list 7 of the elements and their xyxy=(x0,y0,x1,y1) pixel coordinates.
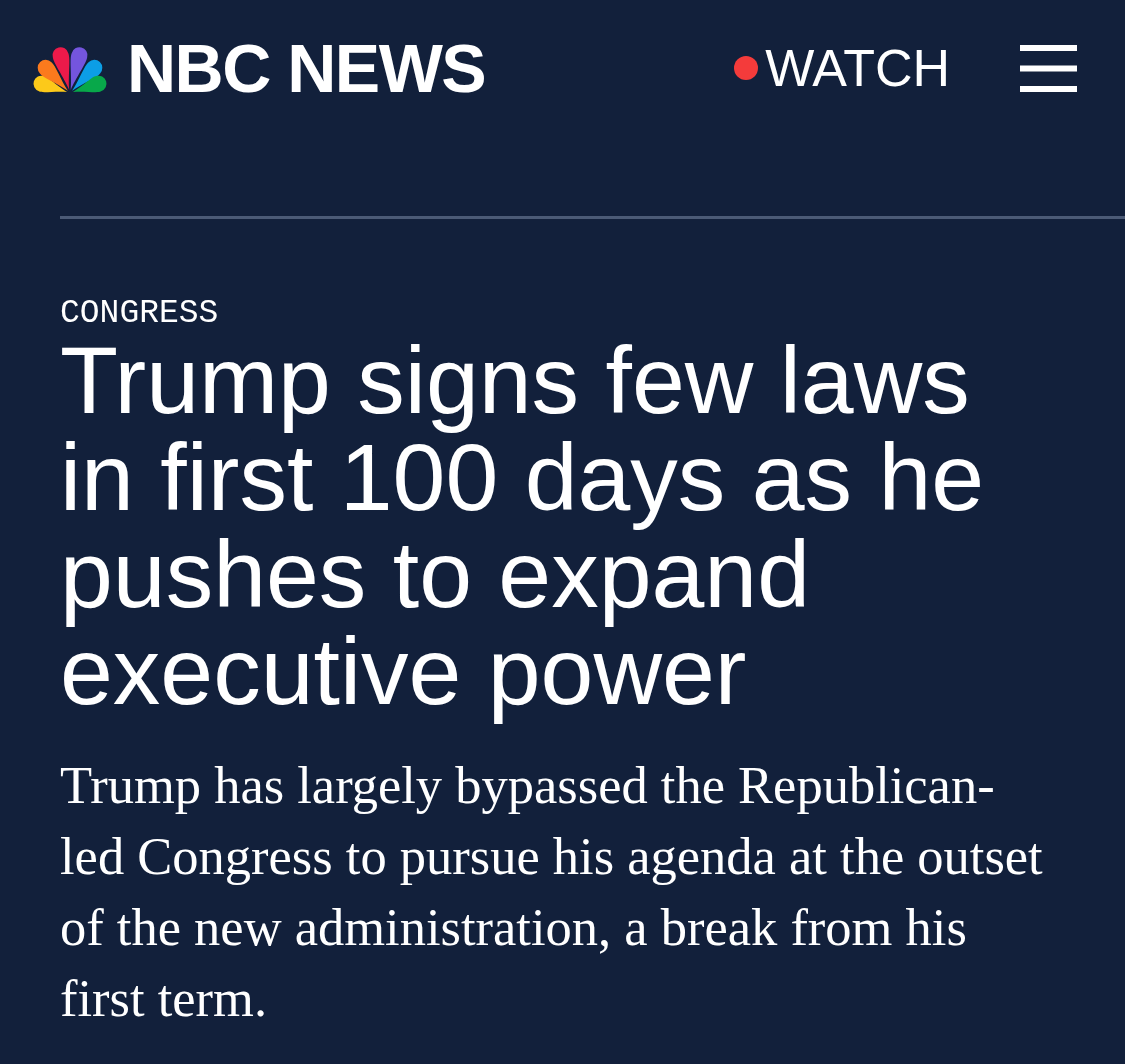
watch-link[interactable]: WATCH xyxy=(734,41,950,95)
menu-button[interactable] xyxy=(1020,44,1077,92)
menu-icon xyxy=(1020,44,1077,92)
live-dot-icon xyxy=(734,56,759,80)
logo-wordmark[interactable]: NBC NEWS xyxy=(127,41,486,95)
article-summary: Trump has largely bypassed the Republican-led Congress to pursue his agenda at the outset of the new administration, a break from his first term. xyxy=(60,755,1044,1029)
section-label[interactable]: CONGRESS xyxy=(60,296,219,332)
